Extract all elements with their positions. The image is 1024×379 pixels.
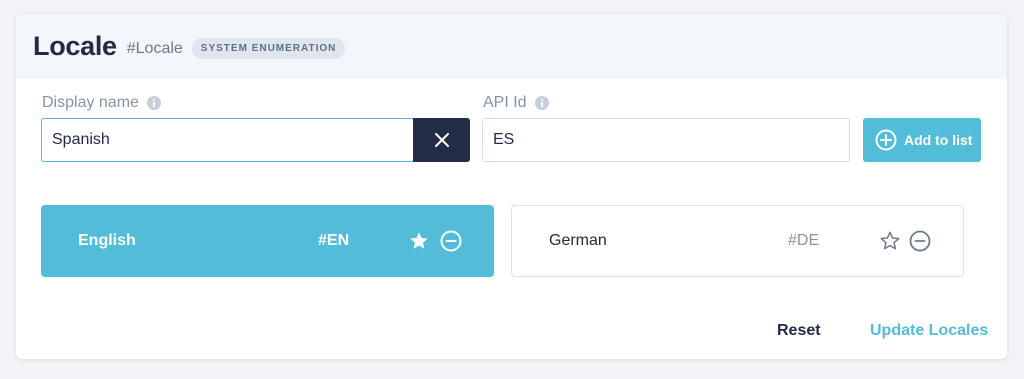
info-icon[interactable] [534, 95, 550, 111]
api-id-label: API Id [483, 94, 527, 111]
api-id-input[interactable] [482, 118, 850, 162]
model-api-tag: #Locale [126, 39, 183, 57]
locale-card-english[interactable]: English #EN [41, 205, 494, 277]
update-locales-button[interactable]: Update Locales [870, 322, 988, 340]
star-filled-icon[interactable] [408, 230, 430, 252]
remove-circle-icon[interactable] [440, 230, 462, 252]
clear-display-name-button[interactable] [413, 118, 470, 162]
locale-editor-card: Locale #Locale SYSTEM ENUMERATION Displa… [16, 14, 1007, 359]
remove-circle-icon[interactable] [909, 230, 931, 252]
locale-name: English [78, 232, 136, 249]
locale-code: #EN [318, 232, 350, 249]
api-id-label-row: API Id [483, 94, 550, 112]
add-to-list-button[interactable]: Add to list [863, 118, 981, 162]
display-name-input[interactable] [41, 118, 414, 162]
info-icon[interactable] [146, 95, 162, 111]
locale-code: #DE [788, 232, 820, 249]
reset-button[interactable]: Reset [777, 322, 821, 340]
close-icon [434, 133, 449, 147]
add-to-list-label: Add to list [904, 132, 973, 148]
page-title: Locale [33, 31, 117, 61]
plus-circle-icon [875, 129, 897, 151]
locale-card-german[interactable]: German #DE [511, 205, 964, 277]
system-enumeration-badge: SYSTEM ENUMERATION [191, 38, 346, 59]
display-name-label-row: Display name [42, 94, 162, 112]
card-header: Locale #Locale SYSTEM ENUMERATION [16, 14, 1007, 79]
locale-name: German [549, 232, 607, 249]
display-name-label: Display name [42, 94, 139, 111]
star-outline-icon[interactable] [879, 230, 901, 252]
